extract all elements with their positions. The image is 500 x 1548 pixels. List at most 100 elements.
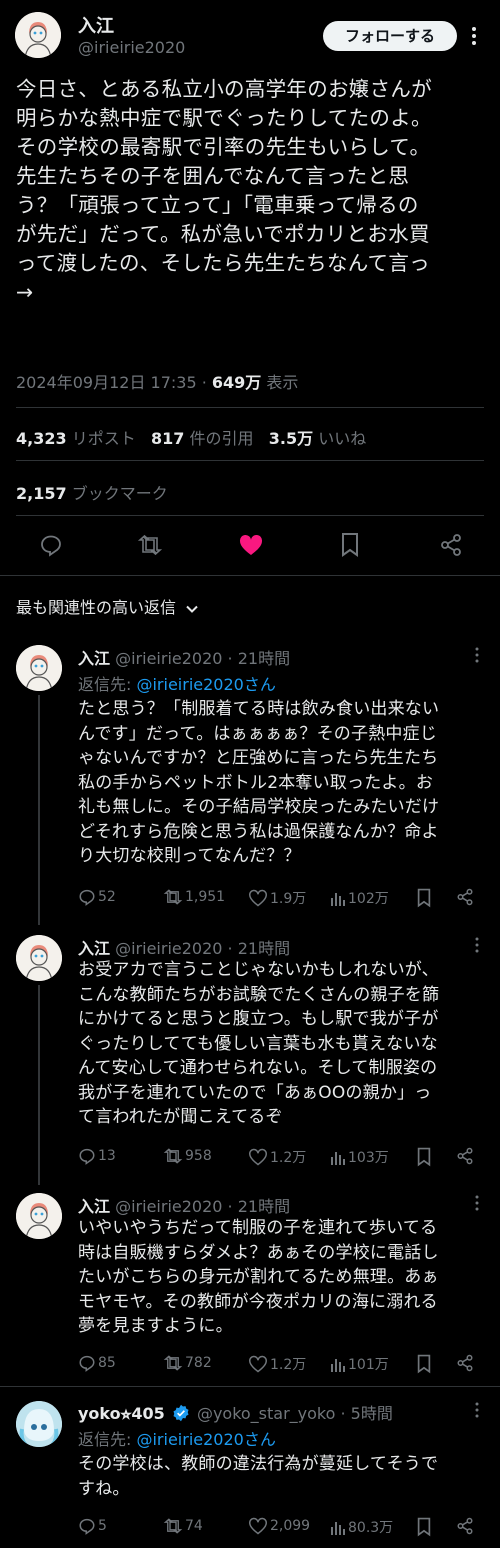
reply-action-bar: 85 782 1.2万 101万 [78, 1354, 488, 1374]
reply-text: お受アカで言うことじゃないかもしれないが、 こんな教師たちがお試験でたくさんの親… [78, 958, 498, 1130]
reply-sort-dropdown[interactable]: 最も関連性の高い返信 [16, 594, 199, 618]
bookmark-icon[interactable] [416, 888, 432, 912]
reply-to-line: 返信先: @irieirie2020さん [78, 1426, 276, 1450]
reposts-stat[interactable]: 4,323 リポスト [16, 429, 136, 448]
repost-button[interactable]: 782 [163, 1354, 212, 1372]
reply-to-line: 返信先: @irieirie2020さん [78, 671, 276, 695]
views-icon [331, 1152, 345, 1165]
views-icon [331, 1522, 345, 1535]
chevron-down-icon [185, 602, 199, 616]
reply-icon[interactable] [39, 533, 63, 557]
repost-button[interactable]: 958 [163, 1147, 212, 1165]
tweet-line: う？「頑張って立って」「電車乗って帰るの [16, 193, 419, 217]
reply-line: たと思う？「制服着てる時は飲み食い出来ない [78, 699, 440, 719]
bookmark-icon[interactable] [340, 532, 360, 558]
tweet-line: 今日さ、とある私立小の高学年のお嬢さんが [16, 77, 432, 101]
like-count: 2,099 [270, 1518, 311, 1534]
share-icon[interactable] [456, 888, 474, 910]
reply-author-name[interactable]: yoko⭐︎405 [78, 1404, 165, 1423]
reply-line: その学校は、教師の違法行為が蔓延してそうで [78, 1454, 439, 1474]
bookmark-icon[interactable] [416, 1354, 432, 1378]
author-handle[interactable]: @irieirie2020 [78, 38, 185, 57]
reply-action-bar: 52 1,951 1.9万 102万 [78, 888, 488, 908]
repost-icon[interactable] [137, 533, 163, 557]
reply-avatar[interactable] [16, 1193, 62, 1239]
follow-button[interactable]: フォローする [323, 21, 457, 51]
like-button[interactable]: 1.2万 [248, 1354, 306, 1374]
reply-to-mention[interactable]: @irieirie2020さん [136, 1430, 275, 1449]
reply-line: すね。 [78, 1478, 130, 1499]
reply-button[interactable]: 5 [78, 1517, 107, 1535]
reply-line: 我が子を連れていたので「あぁOOの親か」っ [78, 1082, 432, 1103]
more-icon[interactable] [475, 1195, 479, 1211]
timestamp[interactable]: 2024年09月12日 17:35 · [16, 373, 212, 392]
like-icon[interactable] [238, 533, 264, 557]
share-icon[interactable] [456, 1147, 474, 1169]
reply-handle-time[interactable]: @yoko_star_yoko · 5時間 [197, 1404, 393, 1423]
reply-author-name[interactable]: 入江 [78, 939, 110, 958]
reply-line: どそれすら危険と思う私は過保護なんか？命よ [78, 821, 439, 842]
bookmark-icon[interactable] [416, 1147, 432, 1171]
reply-avatar[interactable] [16, 645, 62, 691]
reply-handle-time[interactable]: @irieirie2020 · 21時間 [115, 649, 290, 668]
repost-icon [163, 1148, 183, 1164]
reply-line: お受アカで言うことじゃないかもしれないが、 [78, 960, 439, 980]
reply-line: 夢を見ますように。 [78, 1316, 233, 1336]
more-icon[interactable] [475, 647, 479, 663]
like-button[interactable]: 2,099 [248, 1517, 310, 1535]
reply-action-bar: 13 958 1.2万 103万 [78, 1147, 488, 1167]
bookmarks-label: ブックマーク [71, 484, 168, 503]
tweet-line: その学校の最寄駅で引率の先生もいらして。 [16, 135, 431, 159]
reply-handle-time[interactable]: @irieirie2020 · 21時間 [115, 1197, 290, 1216]
share-icon[interactable] [439, 533, 463, 557]
reply-line: り大切な校則ってなんだ？？ [78, 846, 301, 866]
reply-avatar[interactable] [16, 935, 62, 981]
reply-author-name[interactable]: 入江 [78, 649, 110, 668]
reply-avatar[interactable] [16, 1401, 62, 1447]
quotes-stat[interactable]: 817 件の引用 [151, 429, 254, 448]
share-icon[interactable] [456, 1517, 474, 1539]
bookmarks-stat[interactable]: 2,157 ブックマーク [16, 480, 168, 504]
tweet-line: が先だ」だって。私が急いでポカリとお水買 [16, 222, 430, 246]
views-label: 表示 [261, 373, 299, 392]
reply-line: にかけてると思うと腹立つ。もし駅で我が子が [78, 1009, 439, 1029]
reply-line: 時は自販機すらダメよ？あぁその学校に電話し [78, 1242, 439, 1263]
like-button[interactable]: 1.9万 [248, 888, 306, 908]
likes-stat[interactable]: 3.5万 いいね [269, 429, 366, 448]
like-button[interactable]: 1.2万 [248, 1147, 306, 1167]
reply-button[interactable]: 85 [78, 1354, 116, 1372]
tweet-line: 明らかな熱中症で駅でぐったりしてたのよ。 [16, 106, 432, 130]
more-icon[interactable] [475, 937, 479, 953]
views-button[interactable]: 103万 [330, 1147, 389, 1167]
divider [16, 515, 484, 516]
reply-icon [79, 1518, 95, 1535]
reply-text: いやいやうちだって制服の子を連れて歩いてる 時は自販機すらダメよ？あぁその学校に… [78, 1216, 498, 1339]
reply-header: 入江 @irieirie2020 · 21時間 [78, 935, 290, 959]
divider [0, 575, 500, 576]
author-avatar[interactable] [15, 12, 61, 58]
reply-line: ぐったりしてても優しい言葉も水も貰えないな [78, 1033, 438, 1054]
reply-button[interactable]: 13 [78, 1147, 116, 1165]
views-icon [331, 1359, 345, 1372]
views-button[interactable]: 80.3万 [330, 1517, 393, 1537]
repost-button[interactable]: 1,951 [163, 888, 225, 906]
reply-handle-time[interactable]: @irieirie2020 · 21時間 [115, 939, 290, 958]
author-name[interactable]: 入江 [78, 12, 114, 38]
bookmark-icon[interactable] [416, 1517, 432, 1541]
views-button[interactable]: 101万 [330, 1354, 389, 1374]
like-count: 1.2万 [270, 1357, 307, 1373]
reply-author-name[interactable]: 入江 [78, 1197, 110, 1216]
repost-button[interactable]: 74 [163, 1517, 203, 1535]
share-icon[interactable] [456, 1354, 474, 1376]
reposts-label: リポスト [71, 429, 136, 448]
reply-count: 13 [98, 1148, 116, 1164]
views-button[interactable]: 102万 [330, 888, 389, 908]
tweet-meta: 2024年09月12日 17:35 · 649万 表示 [16, 369, 298, 393]
reply-button[interactable]: 52 [78, 888, 116, 906]
more-icon[interactable] [475, 1402, 479, 1418]
repost-icon [163, 1518, 183, 1534]
reply-to-mention[interactable]: @irieirie2020さん [136, 675, 275, 694]
like-count: 1.2万 [270, 1150, 307, 1166]
reply-text: その学校は、教師の違法行為が蔓延してそうで すね。 [78, 1452, 498, 1501]
more-icon[interactable] [471, 26, 477, 46]
